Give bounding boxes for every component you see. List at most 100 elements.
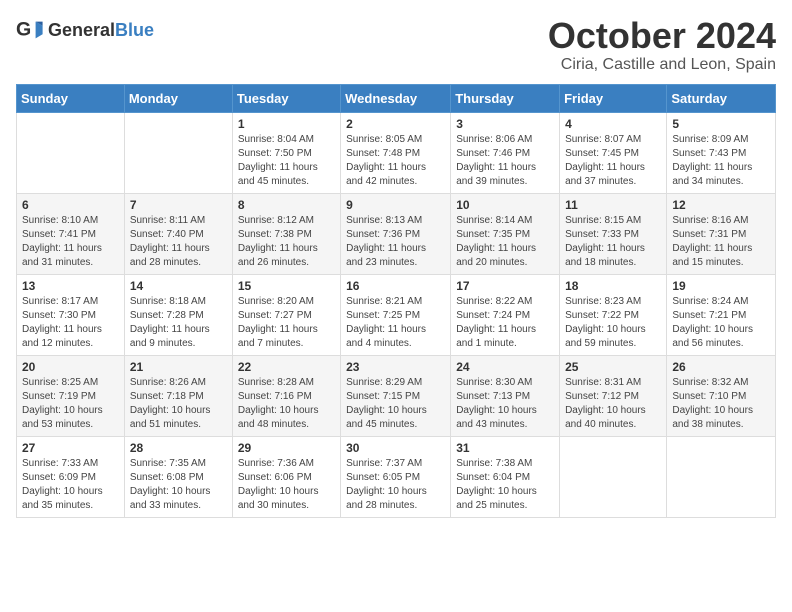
calendar-cell: 29Sunrise: 7:36 AM Sunset: 6:06 PM Dayli… bbox=[232, 436, 340, 517]
day-number: 6 bbox=[22, 198, 119, 212]
weekday-header-sunday: Sunday bbox=[17, 84, 125, 112]
day-number: 20 bbox=[22, 360, 119, 374]
calendar-cell: 25Sunrise: 8:31 AM Sunset: 7:12 PM Dayli… bbox=[560, 355, 667, 436]
calendar-week-row: 6Sunrise: 8:10 AM Sunset: 7:41 PM Daylig… bbox=[17, 193, 776, 274]
day-info: Sunrise: 8:04 AM Sunset: 7:50 PM Dayligh… bbox=[238, 133, 335, 189]
page-header: G General Blue October 2024 Ciria, Casti… bbox=[16, 16, 776, 74]
calendar-cell: 27 Sunrise: 7:33 AM Sunset: 6:09 PM Dayli… bbox=[17, 436, 125, 517]
calendar-cell bbox=[124, 112, 232, 193]
weekday-header-row: SundayMondayTuesdayWednesdayThursdayFrid… bbox=[17, 84, 776, 112]
calendar-cell: 26 Sunrise: 8:32 AM Sunset: 7:10 PM Dayli… bbox=[667, 355, 776, 436]
day-info: Sunrise: 8:24 AM Sunset: 7:21 PM Dayligh… bbox=[672, 295, 770, 351]
calendar-week-row: 13Sunrise: 8:17 AM Sunset: 7:30 PM Dayli… bbox=[17, 274, 776, 355]
day-number: 8 bbox=[238, 198, 335, 212]
calendar-cell: 2 Sunrise: 8:05 AM Sunset: 7:48 PM Daylig… bbox=[341, 112, 451, 193]
calendar-cell: 14 Sunrise: 8:18 AM Sunset: 7:28 PM Dayli… bbox=[124, 274, 232, 355]
weekday-header-friday: Friday bbox=[560, 84, 667, 112]
calendar-cell: 5 Sunrise: 8:09 AM Sunset: 7:43 PM Daylig… bbox=[667, 112, 776, 193]
day-info: Sunrise: 8:13 AM Sunset: 7:36 PM Dayligh… bbox=[346, 214, 445, 270]
day-number: 26 bbox=[672, 360, 770, 374]
calendar-cell: 20 Sunrise: 8:25 AM Sunset: 7:19 PM Dayli… bbox=[17, 355, 125, 436]
calendar-cell: 22 Sunrise: 8:28 AM Sunset: 7:16 PM Dayli… bbox=[232, 355, 340, 436]
day-number: 16 bbox=[346, 279, 445, 293]
day-number: 22 bbox=[238, 360, 335, 374]
day-info: Sunrise: 8:32 AM Sunset: 7:10 PM Dayligh… bbox=[672, 376, 770, 432]
day-info: Sunrise: 8:23 AM Sunset: 7:22 PM Dayligh… bbox=[565, 295, 661, 351]
day-number: 21 bbox=[130, 360, 227, 374]
calendar-cell: 30 Sunrise: 7:37 AM Sunset: 6:05 PM Dayli… bbox=[341, 436, 451, 517]
day-info: Sunrise: 8:05 AM Sunset: 7:48 PM Dayligh… bbox=[346, 133, 445, 189]
day-info: Sunrise: 8:15 AM Sunset: 7:33 PM Dayligh… bbox=[565, 214, 661, 270]
calendar-cell bbox=[17, 112, 125, 193]
day-info: Sunrise: 8:12 AM Sunset: 7:38 PM Dayligh… bbox=[238, 214, 335, 270]
calendar-cell: 17Sunrise: 8:22 AM Sunset: 7:24 PM Dayli… bbox=[451, 274, 560, 355]
calendar-cell: 10 Sunrise: 8:14 AM Sunset: 7:35 PM Dayli… bbox=[451, 193, 560, 274]
day-number: 25 bbox=[565, 360, 661, 374]
day-info: Sunrise: 7:33 AM Sunset: 6:09 PM Dayligh… bbox=[22, 457, 119, 513]
day-info: Sunrise: 8:30 AM Sunset: 7:13 PM Dayligh… bbox=[456, 376, 554, 432]
weekday-header-thursday: Thursday bbox=[451, 84, 560, 112]
calendar-table: SundayMondayTuesdayWednesdayThursdayFrid… bbox=[16, 84, 776, 518]
day-number: 10 bbox=[456, 198, 554, 212]
day-number: 14 bbox=[130, 279, 227, 293]
day-number: 28 bbox=[130, 441, 227, 455]
calendar-cell: 4Sunrise: 8:07 AM Sunset: 7:45 PM Daylig… bbox=[560, 112, 667, 193]
day-number: 27 bbox=[22, 441, 119, 455]
calendar-cell: 16 Sunrise: 8:21 AM Sunset: 7:25 PM Dayli… bbox=[341, 274, 451, 355]
calendar-cell: 9 Sunrise: 8:13 AM Sunset: 7:36 PM Daylig… bbox=[341, 193, 451, 274]
day-number: 12 bbox=[672, 198, 770, 212]
weekday-header-wednesday: Wednesday bbox=[341, 84, 451, 112]
day-info: Sunrise: 7:36 AM Sunset: 6:06 PM Dayligh… bbox=[238, 457, 335, 513]
day-info: Sunrise: 8:14 AM Sunset: 7:35 PM Dayligh… bbox=[456, 214, 554, 270]
day-info: Sunrise: 7:37 AM Sunset: 6:05 PM Dayligh… bbox=[346, 457, 445, 513]
logo-icon: G bbox=[16, 16, 44, 44]
day-info: Sunrise: 8:18 AM Sunset: 7:28 PM Dayligh… bbox=[130, 295, 227, 351]
weekday-header-saturday: Saturday bbox=[667, 84, 776, 112]
day-info: Sunrise: 8:06 AM Sunset: 7:46 PM Dayligh… bbox=[456, 133, 554, 189]
day-info: Sunrise: 8:21 AM Sunset: 7:25 PM Dayligh… bbox=[346, 295, 445, 351]
day-number: 2 bbox=[346, 117, 445, 131]
day-info: Sunrise: 8:11 AM Sunset: 7:40 PM Dayligh… bbox=[130, 214, 227, 270]
day-info: Sunrise: 8:16 AM Sunset: 7:31 PM Dayligh… bbox=[672, 214, 770, 270]
day-number: 23 bbox=[346, 360, 445, 374]
day-info: Sunrise: 8:25 AM Sunset: 7:19 PM Dayligh… bbox=[22, 376, 119, 432]
logo-text-blue: Blue bbox=[115, 20, 154, 41]
day-info: Sunrise: 7:35 AM Sunset: 6:08 PM Dayligh… bbox=[130, 457, 227, 513]
svg-text:G: G bbox=[16, 19, 31, 41]
day-number: 9 bbox=[346, 198, 445, 212]
calendar-cell: 12 Sunrise: 8:16 AM Sunset: 7:31 PM Dayli… bbox=[667, 193, 776, 274]
calendar-week-row: 20 Sunrise: 8:25 AM Sunset: 7:19 PM Dayli… bbox=[17, 355, 776, 436]
calendar-cell: 28 Sunrise: 7:35 AM Sunset: 6:08 PM Dayli… bbox=[124, 436, 232, 517]
day-info: Sunrise: 8:29 AM Sunset: 7:15 PM Dayligh… bbox=[346, 376, 445, 432]
day-number: 1 bbox=[238, 117, 335, 131]
calendar-cell: 24Sunrise: 8:30 AM Sunset: 7:13 PM Dayli… bbox=[451, 355, 560, 436]
day-info: Sunrise: 8:07 AM Sunset: 7:45 PM Dayligh… bbox=[565, 133, 661, 189]
day-number: 31 bbox=[456, 441, 554, 455]
weekday-header-tuesday: Tuesday bbox=[232, 84, 340, 112]
calendar-cell: 15Sunrise: 8:20 AM Sunset: 7:27 PM Dayli… bbox=[232, 274, 340, 355]
calendar-cell: 7 Sunrise: 8:11 AM Sunset: 7:40 PM Daylig… bbox=[124, 193, 232, 274]
day-info: Sunrise: 8:20 AM Sunset: 7:27 PM Dayligh… bbox=[238, 295, 335, 351]
day-info: Sunrise: 8:28 AM Sunset: 7:16 PM Dayligh… bbox=[238, 376, 335, 432]
day-info: Sunrise: 8:17 AM Sunset: 7:30 PM Dayligh… bbox=[22, 295, 119, 351]
calendar-cell: 6Sunrise: 8:10 AM Sunset: 7:41 PM Daylig… bbox=[17, 193, 125, 274]
calendar-cell: 1 Sunrise: 8:04 AM Sunset: 7:50 PM Daylig… bbox=[232, 112, 340, 193]
month-title: October 2024 bbox=[548, 16, 776, 56]
weekday-header-monday: Monday bbox=[124, 84, 232, 112]
day-number: 7 bbox=[130, 198, 227, 212]
day-number: 17 bbox=[456, 279, 554, 293]
calendar-week-row: 1 Sunrise: 8:04 AM Sunset: 7:50 PM Daylig… bbox=[17, 112, 776, 193]
calendar-cell: 19Sunrise: 8:24 AM Sunset: 7:21 PM Dayli… bbox=[667, 274, 776, 355]
calendar-cell: 8 Sunrise: 8:12 AM Sunset: 7:38 PM Daylig… bbox=[232, 193, 340, 274]
calendar-cell bbox=[560, 436, 667, 517]
day-number: 5 bbox=[672, 117, 770, 131]
calendar-cell: 21Sunrise: 8:26 AM Sunset: 7:18 PM Dayli… bbox=[124, 355, 232, 436]
logo-text-general: General bbox=[48, 20, 115, 41]
calendar-week-row: 27 Sunrise: 7:33 AM Sunset: 6:09 PM Dayli… bbox=[17, 436, 776, 517]
day-number: 11 bbox=[565, 198, 661, 212]
calendar-cell: 11 Sunrise: 8:15 AM Sunset: 7:33 PM Dayli… bbox=[560, 193, 667, 274]
calendar-cell: 23 Sunrise: 8:29 AM Sunset: 7:15 PM Dayli… bbox=[341, 355, 451, 436]
calendar-cell: 31Sunrise: 7:38 AM Sunset: 6:04 PM Dayli… bbox=[451, 436, 560, 517]
day-number: 30 bbox=[346, 441, 445, 455]
day-info: Sunrise: 8:09 AM Sunset: 7:43 PM Dayligh… bbox=[672, 133, 770, 189]
